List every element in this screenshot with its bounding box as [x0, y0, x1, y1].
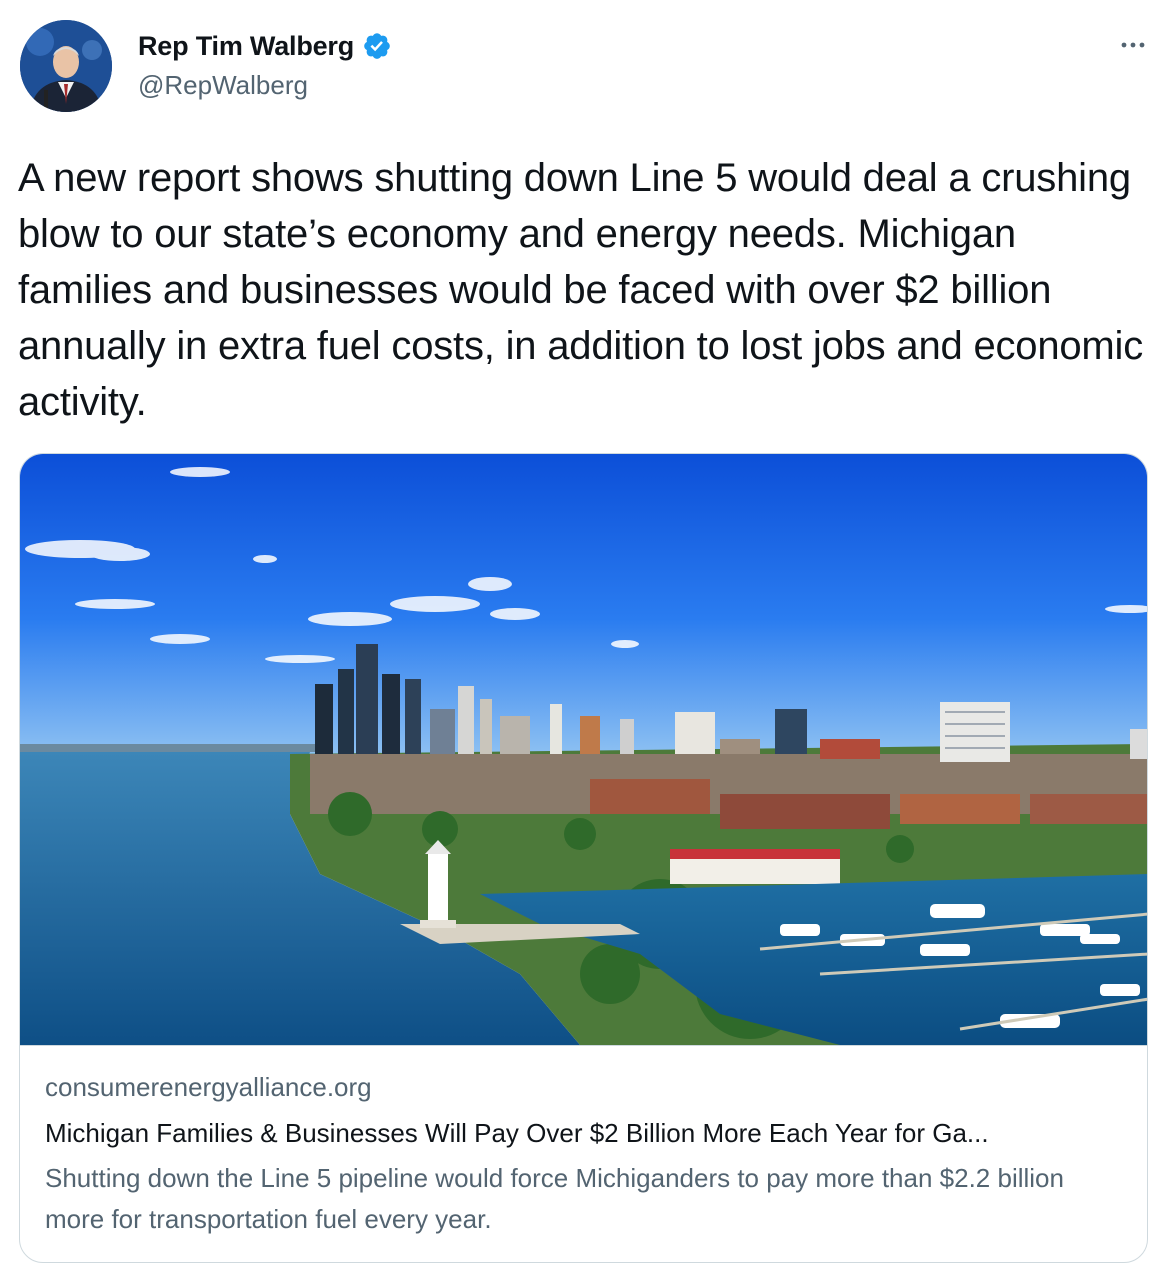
- card-title[interactable]: Michigan Families & Businesses Will Pay …: [45, 1118, 1125, 1149]
- verified-badge-icon: [362, 31, 392, 61]
- more-options-button[interactable]: [1118, 30, 1148, 60]
- author-display-name[interactable]: Rep Tim Walberg: [138, 31, 354, 62]
- avatar-photo: [20, 20, 112, 112]
- author-handle[interactable]: @RepWalberg: [138, 70, 308, 101]
- link-preview-image[interactable]: [20, 454, 1147, 1045]
- card-domain: consumerenergyalliance.org: [45, 1072, 372, 1102]
- more-horizontal-icon: [1121, 42, 1145, 48]
- card-description: Shutting down the Line 5 pipeline would …: [45, 1163, 1064, 1234]
- link-preview-card[interactable]: consumerenergyalliance.org Michigan Fami…: [19, 453, 1148, 1263]
- author-name-row[interactable]: Rep Tim Walberg: [138, 28, 392, 64]
- card-divider: [20, 1045, 1147, 1046]
- tweet-text: A new report shows shutting down Line 5 …: [18, 156, 1144, 424]
- profile-avatar[interactable]: [20, 20, 112, 112]
